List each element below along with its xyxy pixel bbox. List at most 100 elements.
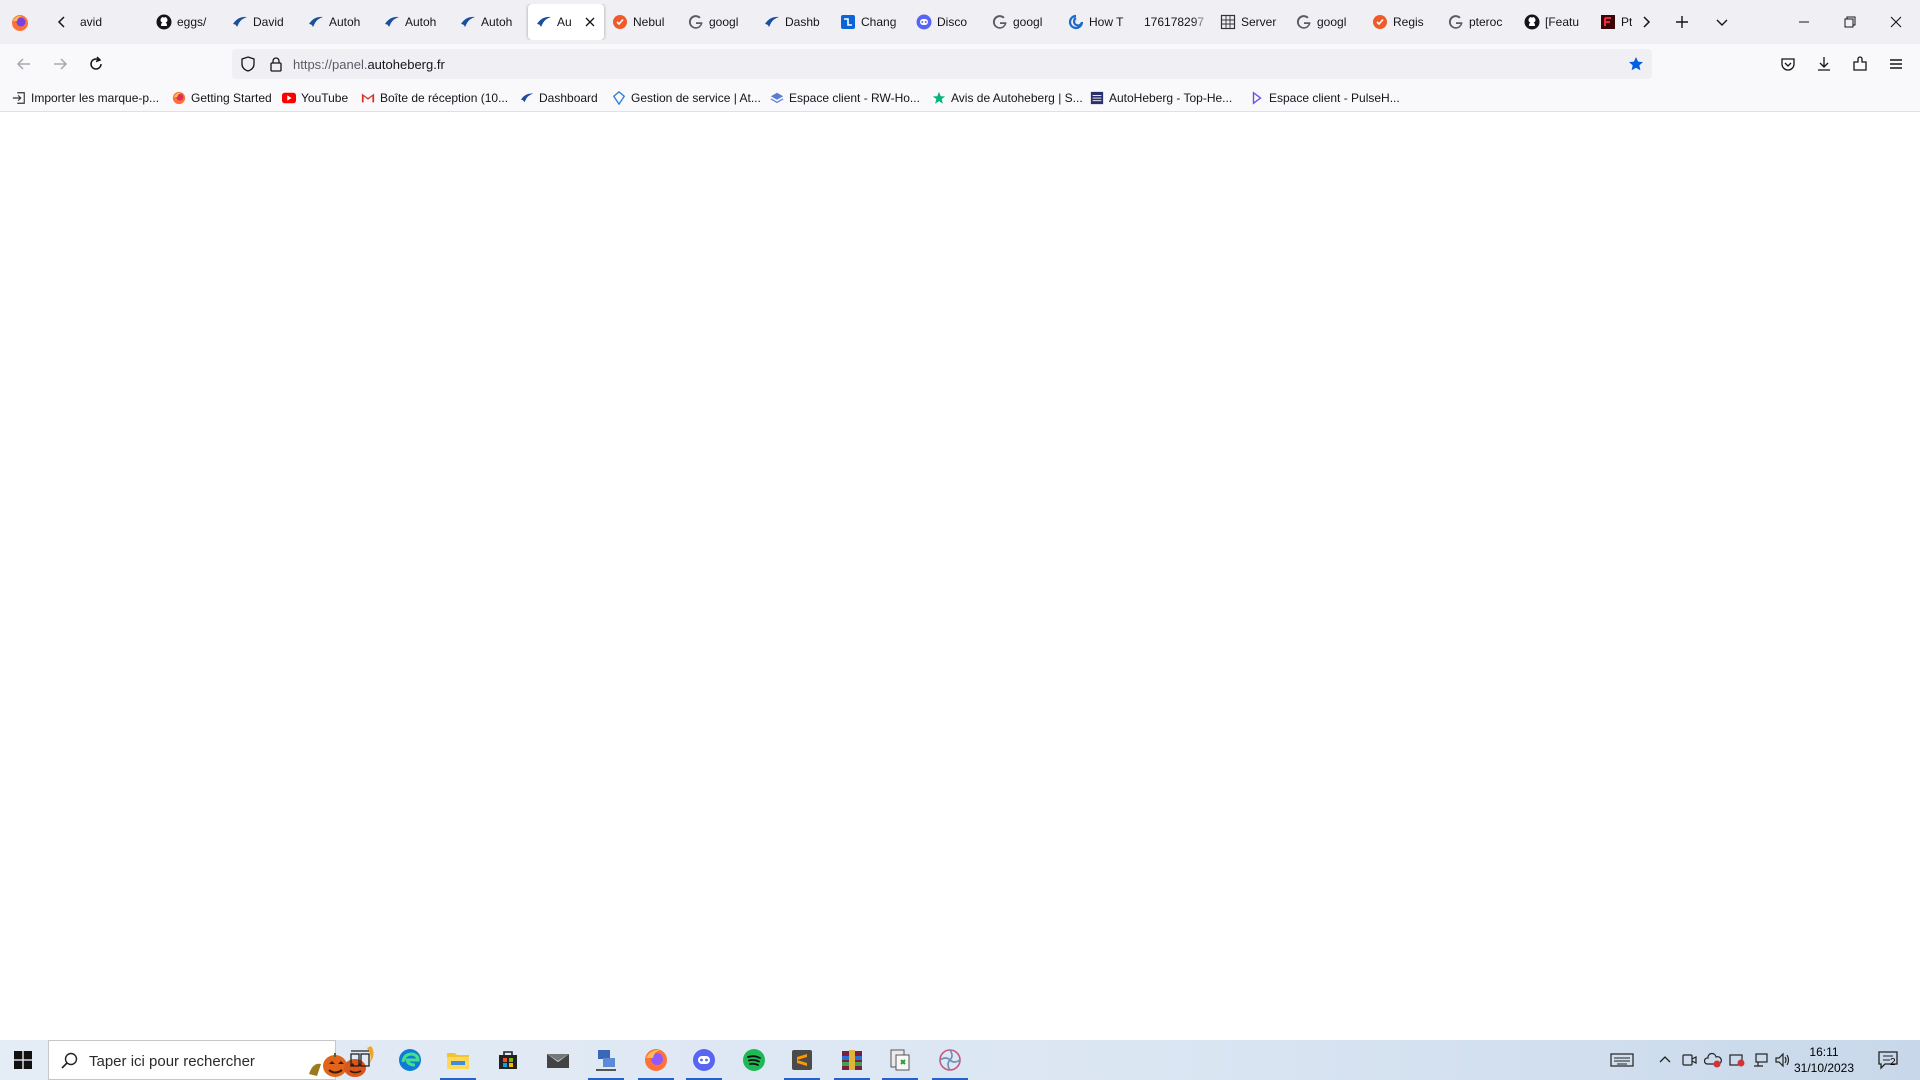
bookmark-item[interactable]: Gestion de service | At... [612,89,761,107]
orange-check-icon [1372,14,1388,30]
tab[interactable]: Dashb [756,4,832,40]
onedrive-alert-icon[interactable] [1704,1051,1722,1069]
navigation-toolbar: https://panel.autoheberg.fr [0,44,1920,84]
bookmark-item[interactable]: Espace client - PulseH... [1250,89,1400,107]
tab[interactable]: Autoh [376,4,452,40]
url-prefix: https://panel. [293,57,368,72]
tab-title: Au [557,15,572,29]
bookmark-item[interactable]: AutoHeberg - Top-He... [1090,89,1232,107]
bookmark-item[interactable]: Boîte de réception (10... [361,89,508,107]
tracking-shield-icon[interactable] [240,56,256,72]
back-icon[interactable] [12,52,36,76]
bookmark-item[interactable]: YouTube [282,89,348,107]
tab[interactable]: Chang [832,4,908,40]
spotify-taskbar-icon[interactable] [730,1040,778,1080]
bookmark-item[interactable]: Getting Started [172,89,272,107]
layers-icon [770,91,784,105]
tab[interactable]: Server [1212,4,1288,40]
clock-date: 31/10/2023 [1793,1061,1855,1075]
file-explorer-taskbar-icon[interactable] [434,1040,482,1080]
show-hidden-icons-icon[interactable] [1656,1051,1674,1069]
docs-app-taskbar-icon[interactable] [876,1040,924,1080]
minimize-icon[interactable] [1781,0,1827,44]
tab[interactable]: googl [1288,4,1364,40]
pinwheel-app-taskbar-icon[interactable] [926,1040,974,1080]
new-tab-icon[interactable] [1672,12,1692,32]
autoheberg-icon [520,91,534,105]
edge-taskbar-icon[interactable] [386,1040,434,1080]
tab[interactable]: avid [72,4,148,40]
meet-now-icon[interactable] [1680,1051,1698,1069]
downloads-icon[interactable] [1812,52,1836,76]
bookmark-item[interactable]: Espace client - RW-Ho... [770,89,920,107]
taskbar-search-box[interactable]: Taper ici pour rechercher [48,1040,374,1080]
notification-count: 2 [1890,1057,1896,1068]
pocket-icon[interactable] [1776,52,1800,76]
tab[interactable]: googl [680,4,756,40]
close-tab-icon[interactable] [582,14,598,30]
bookmark-star-icon[interactable] [1628,56,1644,72]
tab-title: David [253,15,284,29]
tab-title: Chang [861,15,897,29]
network-app-taskbar-icon[interactable] [582,1040,630,1080]
bookmark-item[interactable]: Avis de Autoheberg | S... [932,89,1083,107]
tab[interactable]: Nebul [604,4,680,40]
close-window-icon[interactable] [1873,0,1919,44]
volume-icon[interactable] [1774,1051,1792,1069]
tab[interactable]: How T [1060,4,1136,40]
restore-icon[interactable] [1827,0,1873,44]
firefox-view-icon[interactable] [10,13,30,33]
bookmark-item[interactable]: Dashboard [520,89,598,107]
firefox-taskbar-icon[interactable] [632,1040,680,1080]
tab[interactable]: eggs/ [148,4,224,40]
tabs-scroll-left-icon[interactable] [52,12,72,32]
tab-active[interactable]: Au [528,4,604,40]
tabs-scroll-right-icon[interactable] [1636,12,1656,32]
tab[interactable]: Autoh [300,4,376,40]
network-icon[interactable] [1752,1051,1770,1069]
search-placeholder: Taper ici pour rechercher [89,1053,255,1070]
tab[interactable]: pteroc [1440,4,1516,40]
tab-title: pteroc [1469,15,1503,29]
tab[interactable]: Pteroc [1592,4,1632,40]
app-menu-icon[interactable] [1884,52,1908,76]
discord-icon [916,14,932,30]
winrar-taskbar-icon[interactable] [828,1040,876,1080]
tab[interactable]: 176178297 [1136,4,1212,40]
reload-icon[interactable] [84,52,108,76]
tab[interactable]: googl [984,4,1060,40]
security-alert-icon[interactable] [1728,1051,1746,1069]
tab[interactable]: Regis [1364,4,1440,40]
autoheberg-icon [384,14,400,30]
bookmark-label: Espace client - RW-Ho... [789,91,920,105]
action-center-icon[interactable]: 2 [1876,1048,1900,1072]
sublime-taskbar-icon[interactable] [778,1040,826,1080]
bookmark-item[interactable]: Importer les marque-p... [12,89,159,107]
discord-taskbar-icon[interactable] [680,1040,728,1080]
tab[interactable]: David [224,4,300,40]
taskbar-clock[interactable]: 16:11 31/10/2023 [1792,1044,1856,1076]
bookmarks-toolbar: Importer les marque-p... Getting Started Y… [0,84,1920,112]
keyboard-icon[interactable] [1610,1051,1634,1069]
bookmark-label: Getting Started [191,91,272,105]
list-all-tabs-icon[interactable] [1712,12,1732,32]
store-taskbar-icon[interactable] [484,1040,532,1080]
url-text[interactable]: https://panel.autoheberg.fr [293,57,445,72]
url-bar[interactable]: https://panel.autoheberg.fr [232,49,1652,79]
windows-taskbar: Taper ici pour rechercher 16:11 31/10/20… [0,1040,1920,1080]
extensions-icon[interactable] [1848,52,1872,76]
windows-start-icon[interactable] [0,1040,46,1080]
diamond-icon [612,91,626,105]
mail-taskbar-icon[interactable] [534,1040,582,1080]
bookmark-label: Dashboard [539,91,598,105]
tab[interactable]: [Featu [1516,4,1592,40]
tab[interactable]: Disco [908,4,984,40]
tab-bar: avid eggs/David Autoh Autoh Autoh Au Nebul goog… [0,0,1920,44]
task-view-taskbar-icon[interactable] [336,1040,384,1080]
tab[interactable]: Autoh [452,4,528,40]
pulse-icon [1250,91,1264,105]
google-icon [992,14,1008,30]
lock-icon[interactable] [268,56,284,72]
forward-icon[interactable] [48,52,72,76]
page-content[interactable] [0,112,1920,1040]
